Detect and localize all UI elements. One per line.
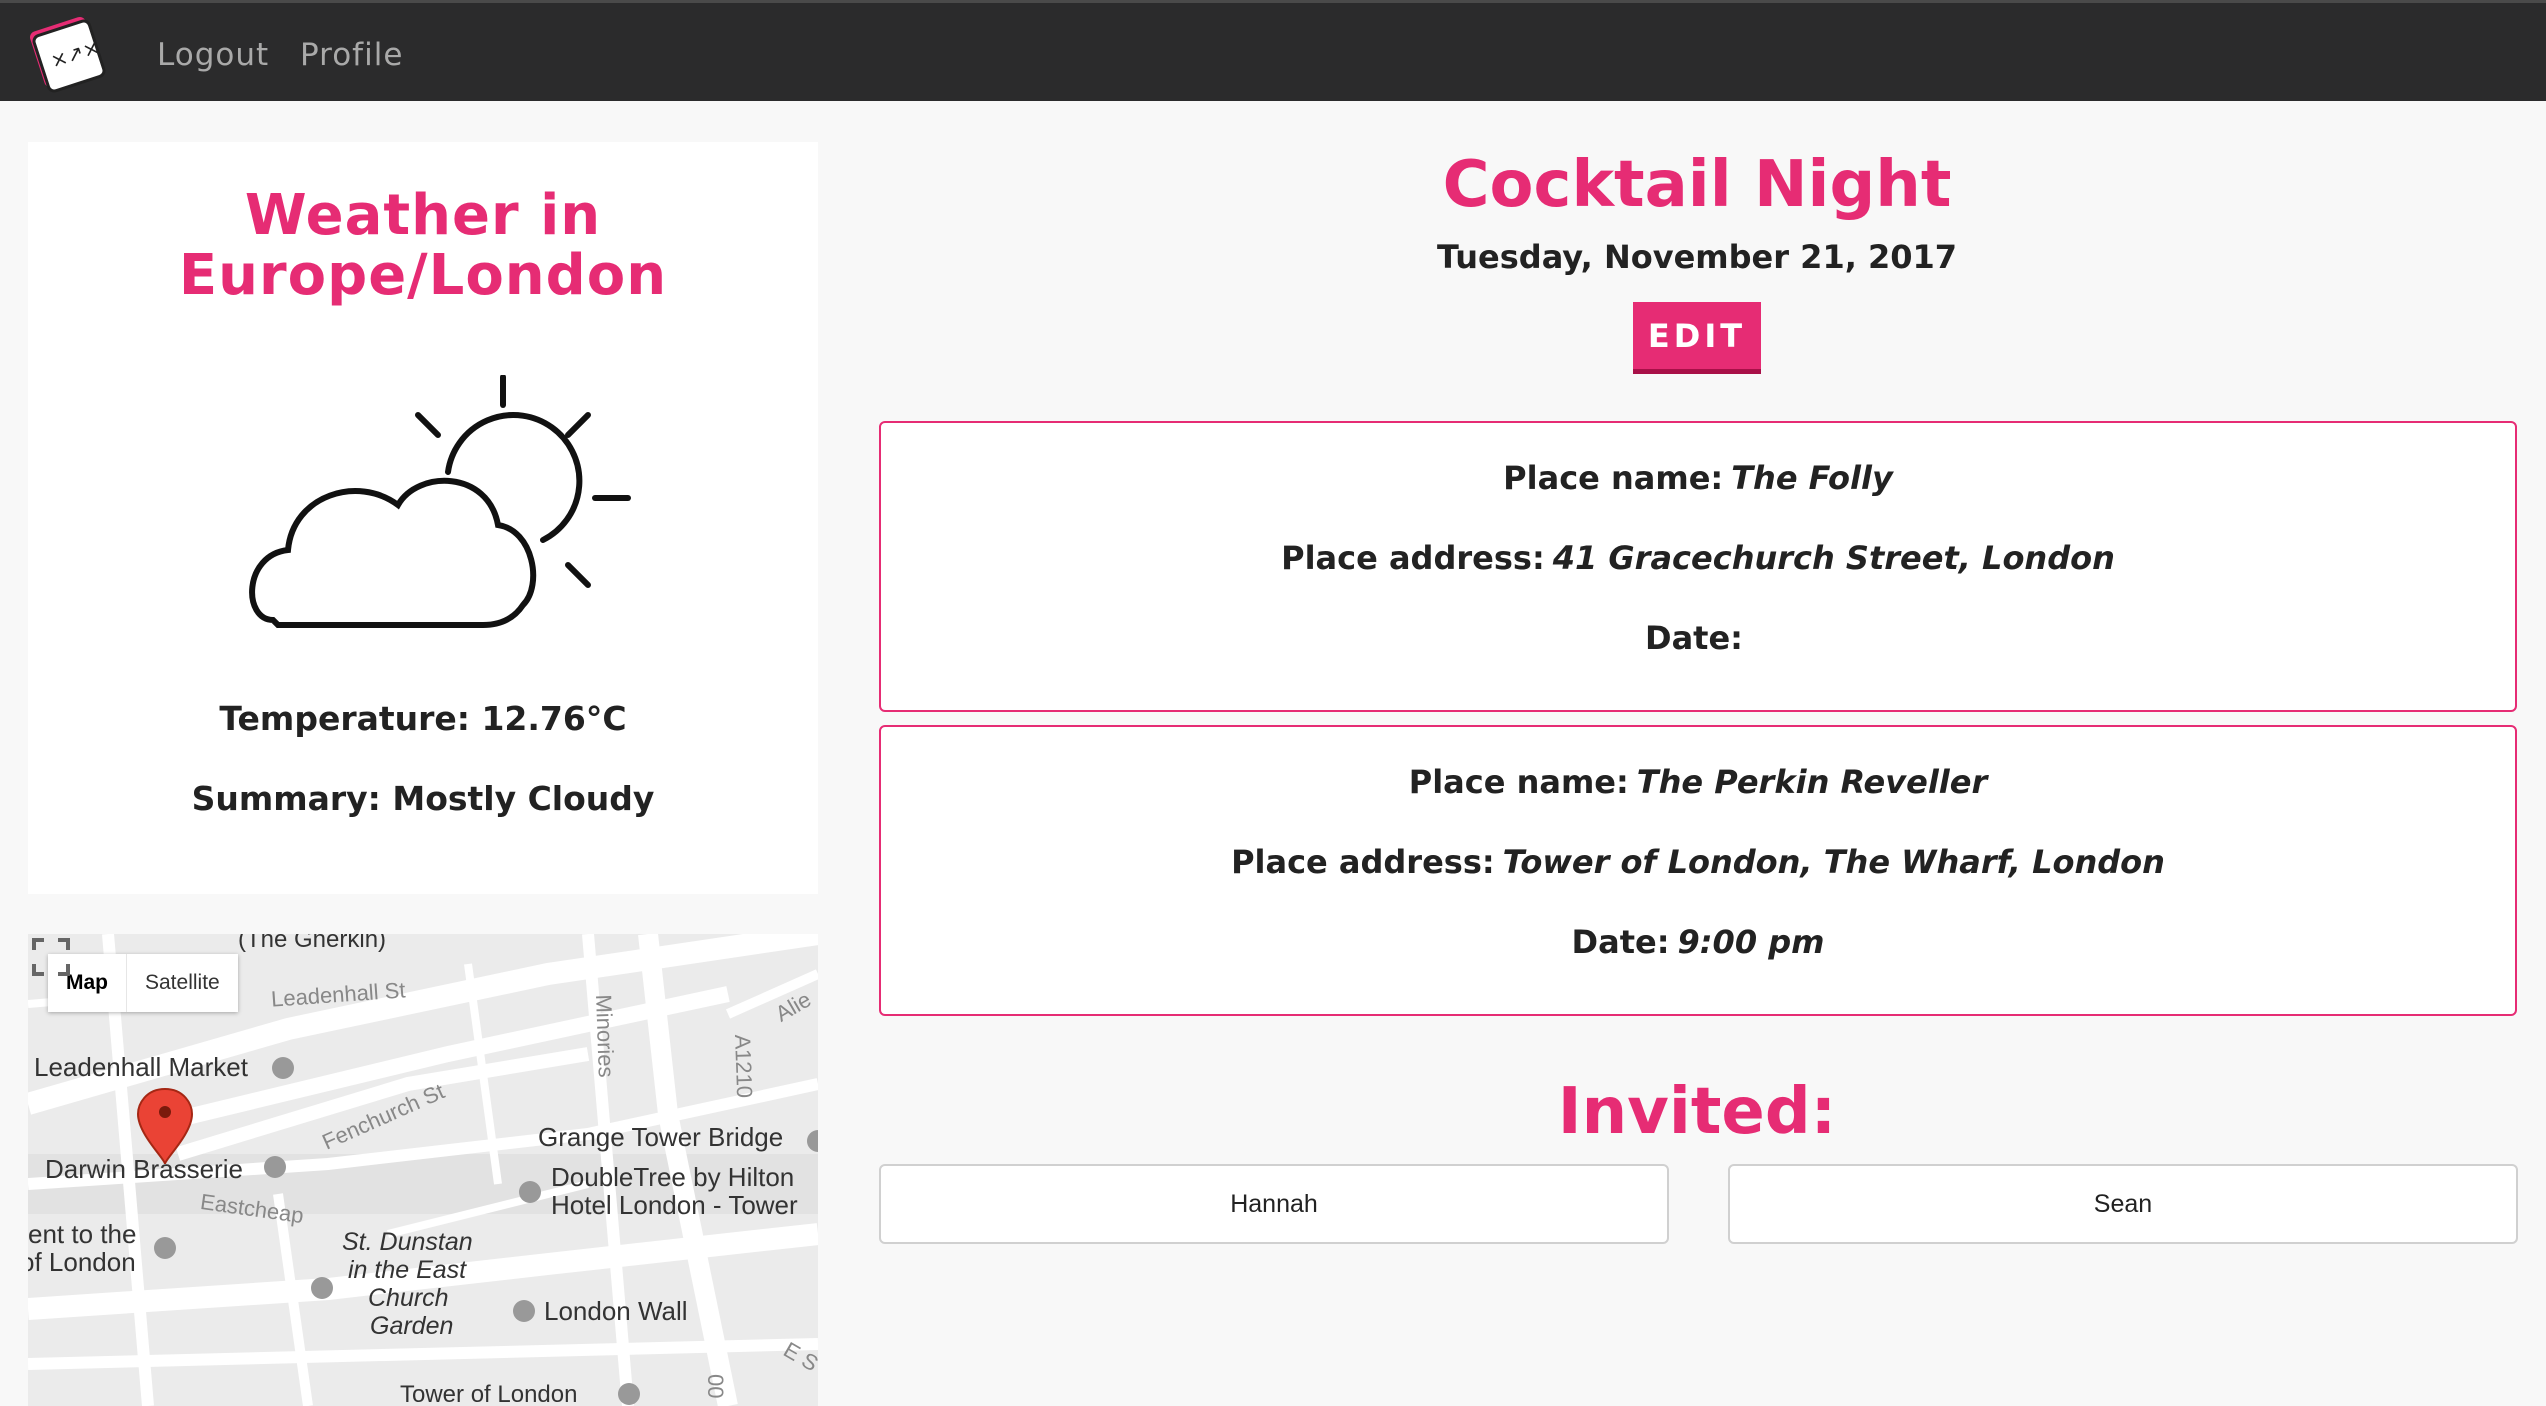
map-label-ent-1: ent to the <box>28 1219 137 1249</box>
place-date-label: Date: <box>1571 923 1670 961</box>
event-title: Cocktail Night <box>1442 148 1952 222</box>
map-label-dunstan-3: Church <box>368 1284 449 1312</box>
place-card: Place name: The Folly Place address: 41 Gr… <box>879 421 2517 712</box>
place-name-label: Place name: <box>1503 459 1724 497</box>
place-address-row: Place address: 41 Gracechurch Street, Lon… <box>881 539 2515 577</box>
weather-title: Weather in Europe/London <box>28 186 818 306</box>
map-label-gherkin: (The Gherkin) <box>238 934 387 953</box>
weather-title-line1: Weather in <box>244 183 602 248</box>
place-date-row: Date: <box>881 619 2515 657</box>
fullscreen-icon[interactable] <box>28 934 74 980</box>
top-navbar: ×↗× Logout Profile <box>0 0 2546 101</box>
logout-link[interactable]: Logout <box>157 37 269 73</box>
place-card: Place name: The Perkin Reveller Place add… <box>879 725 2517 1016</box>
partly-cloudy-day-icon <box>249 375 631 628</box>
map-label-dunstan-2: in the East <box>348 1256 467 1284</box>
profile-link[interactable]: Profile <box>300 37 403 73</box>
app-logo-icon[interactable]: ×↗× <box>28 13 108 93</box>
guest-hannah-button[interactable]: Hannah <box>879 1164 1669 1244</box>
place-date-row: Date: 9:00 pm <box>881 923 2515 961</box>
map-label-dunstan-1: St. Dunstan <box>342 1228 473 1256</box>
map-street-oo: 00 <box>703 1374 728 1399</box>
place-address-row: Place address: Tower of London, The Wharf… <box>881 843 2515 881</box>
guest-sean-button[interactable]: Sean <box>1728 1164 2518 1244</box>
place-name-value: The Perkin Reveller <box>1636 763 1988 801</box>
map-label-doubletree-1: DoubleTree by Hilton <box>551 1162 795 1192</box>
edit-button[interactable]: EDIT <box>1633 302 1761 374</box>
place-address-value: 41 Gracechurch Street, London <box>1552 539 2115 577</box>
map-label-grange: Grange Tower Bridge <box>538 1122 784 1152</box>
map-label-london-wall: London Wall <box>544 1296 688 1326</box>
place-address-value: Tower of London, The Wharf, London <box>1502 843 2165 881</box>
place-date-label: Date: <box>1645 619 1743 657</box>
map-type-control: Map Satellite <box>48 954 238 1012</box>
google-map[interactable]: Map Satellite (The Gherkin) Leadenhall S… <box>28 934 818 1406</box>
map-label-ent-2: of London <box>28 1247 136 1277</box>
map-street-minories: Minories <box>591 994 619 1078</box>
map-type-satellite-button[interactable]: Satellite <box>127 954 238 1012</box>
place-address-label: Place address: <box>1281 539 1545 577</box>
place-name-label: Place name: <box>1408 763 1629 801</box>
map-label-leadenhall-market: Leadenhall Market <box>34 1052 248 1082</box>
weather-card: Weather in Europe/London Temperature: 12… <box>28 142 818 894</box>
place-date-value: 9:00 pm <box>1677 923 1825 961</box>
temperature-text: Temperature: 12.76°C <box>219 699 627 738</box>
weather-summary-text: Summary: Mostly Cloudy <box>191 779 655 818</box>
place-name-row: Place name: The Perkin Reveller <box>881 763 2515 801</box>
weather-title-line2: Europe/London <box>178 243 668 308</box>
invited-title: Invited: <box>1557 1075 1837 1149</box>
map-label-dunstan-4: Garden <box>370 1312 454 1340</box>
event-date: Tuesday, November 21, 2017 <box>1436 238 1958 276</box>
place-name-row: Place name: The Folly <box>881 459 2515 497</box>
map-label-doubletree-2: Hotel London - Tower <box>551 1190 798 1220</box>
map-label-tower-of-london: Tower of London <box>400 1381 578 1406</box>
place-name-value: The Folly <box>1731 459 1893 497</box>
map-street-a1210: A1210 <box>730 1034 758 1099</box>
map-label-darwin-brasserie: Darwin Brasserie <box>45 1154 243 1184</box>
place-address-label: Place address: <box>1231 843 1495 881</box>
